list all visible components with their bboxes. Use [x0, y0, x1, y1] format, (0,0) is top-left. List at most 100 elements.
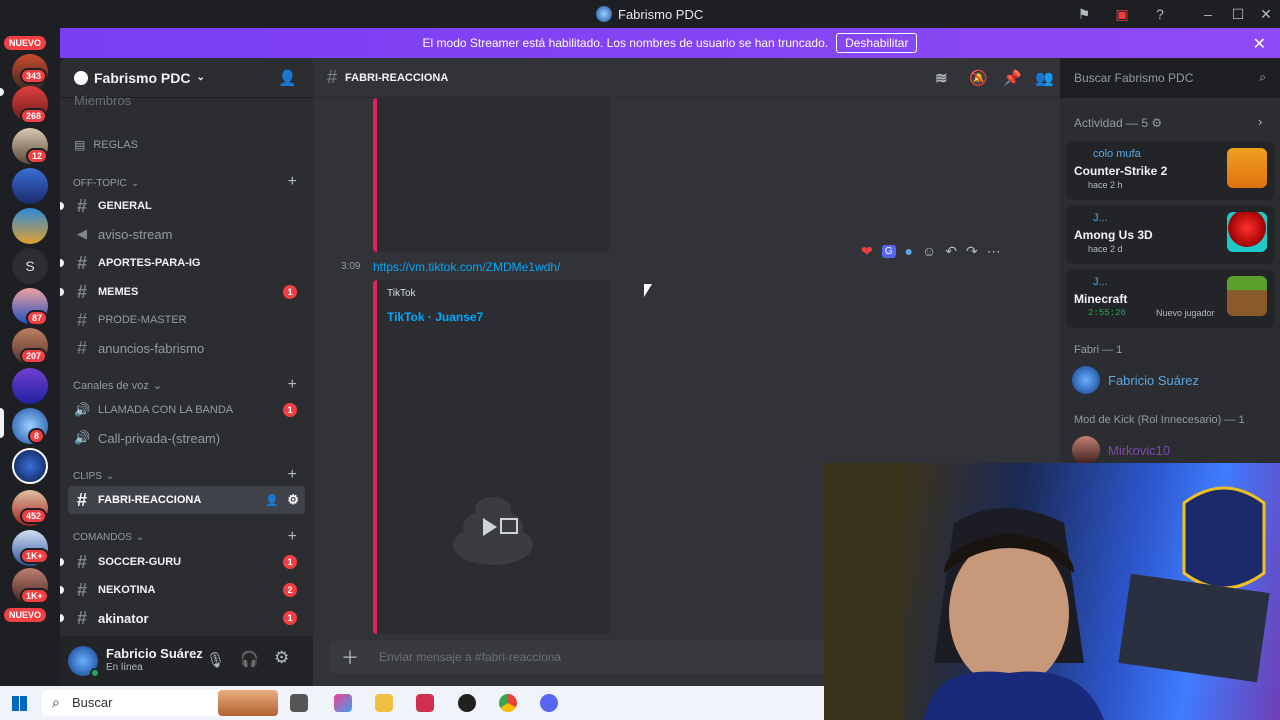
avatar [1072, 366, 1100, 394]
server-icon-letter[interactable]: S [12, 248, 48, 284]
add-channel-button[interactable]: + [288, 466, 297, 484]
video-placeholder[interactable] [451, 485, 535, 569]
file-explorer-icon[interactable] [375, 694, 393, 712]
channel-nekotina[interactable]: # NEKOTINA 2 [60, 576, 305, 604]
channel-fabri-reacciona[interactable]: # FABRI-REACCIONA 👤 ⚙ [68, 486, 305, 514]
unread-badge: 1K+ [20, 588, 49, 604]
pin-icon[interactable]: 📌 [1003, 69, 1022, 87]
hash-icon: # [76, 252, 87, 273]
role-header-mod: Mod de Kick (Rol Innecesario) — 1 [1074, 414, 1245, 426]
message-link[interactable]: https://vm.tiktok.com/ZMDMe1wdh/ [373, 260, 560, 274]
online-status-icon [90, 668, 100, 678]
sidebar-item-rules[interactable]: ▤ REGLAS [68, 131, 305, 159]
app-icon[interactable] [458, 694, 476, 712]
activity-card[interactable]: colo mufa Counter-Strike 2 hace 2 h [1066, 142, 1274, 200]
add-channel-button[interactable]: + [288, 528, 297, 546]
game-thumbnail [1227, 148, 1267, 188]
hash-icon: # [76, 607, 87, 628]
activity-card[interactable]: J... Among Us 3D hace 2 d [1066, 206, 1274, 264]
embed-title[interactable]: TikTok · Juanse7 [387, 310, 483, 324]
member-item[interactable]: Fabricio Suárez [1072, 366, 1199, 394]
category-voice[interactable]: Canales de voz ⌄ [73, 379, 162, 393]
gear-icon[interactable]: ⚙ [287, 492, 299, 508]
heart-reaction-icon[interactable]: ❤ [861, 243, 873, 260]
task-view-icon[interactable] [290, 694, 308, 712]
headphones-icon[interactable]: 🎧 [240, 650, 259, 668]
server-icon[interactable] [12, 168, 48, 204]
category-commands[interactable]: COMANDOS ⌄ [73, 532, 144, 543]
add-channel-button[interactable]: + [288, 173, 297, 191]
search-input[interactable]: Buscar Fabrismo PDC ⌕ [1066, 66, 1272, 90]
g-reaction-icon[interactable]: G [881, 244, 896, 258]
channel-akinator[interactable]: # akinator 1 [60, 604, 305, 632]
add-reaction-icon[interactable]: ☺ [922, 243, 936, 259]
channel-general[interactable]: # GENERAL [60, 192, 305, 220]
activity-user: J... [1093, 212, 1108, 224]
inbox-icon[interactable]: ▣ [1112, 5, 1132, 23]
mute-bell-icon[interactable]: 🔕 [969, 69, 988, 87]
forward-icon[interactable]: ↷ [966, 243, 978, 260]
chevron-down-icon: ⌄ [196, 72, 205, 83]
maximize-button[interactable]: ☐ [1228, 5, 1248, 23]
search-icon: ⌕ [52, 694, 60, 710]
voice-channel-llamada[interactable]: 🔊 LLAMADA CON LA BANDA 1 [68, 396, 305, 424]
category-clips[interactable]: CLIPS ⌄ [73, 471, 114, 482]
channel-memes[interactable]: # MEMES 1 [60, 278, 305, 306]
minimize-button[interactable]: – [1198, 5, 1218, 23]
chevron-right-icon[interactable]: › [1258, 114, 1262, 129]
windows-taskbar: ⌕ Buscar [0, 686, 824, 720]
channel-soccer-guru[interactable]: # SOCCER-GURU 1 [60, 548, 305, 576]
server-icon[interactable] [12, 448, 48, 484]
channel-prode[interactable]: # PRODE-MASTER [68, 306, 305, 334]
activity-header[interactable]: Actividad — 5 ⚙ [1074, 116, 1162, 130]
member-list-icon[interactable]: 👥 [1035, 69, 1054, 87]
webcam-overlay [824, 463, 1280, 720]
user-status: En línea [106, 662, 143, 673]
channel-title: FABRI-REACCIONA [345, 71, 449, 84]
add-channel-button[interactable]: + [288, 376, 297, 394]
invite-people-icon[interactable]: 👤 [278, 69, 297, 87]
hash-icon: # [327, 67, 338, 87]
taskbar-search[interactable]: ⌕ Buscar [42, 690, 278, 716]
reply-icon[interactable]: ↶ [945, 243, 957, 260]
hash-icon: # [76, 281, 87, 302]
server-icon[interactable] [12, 368, 48, 404]
chevron-down-icon: ⌄ [105, 471, 115, 482]
tiktok-embed: TikTok TikTok · Juanse7 [373, 280, 610, 634]
inbox-flag-icon[interactable]: ⚑ [1074, 5, 1094, 23]
close-icon[interactable]: ✕ [1253, 34, 1266, 54]
hash-icon: # [76, 195, 87, 216]
voice-channel-callprivada[interactable]: 🔊 Call-privada-(stream) [68, 424, 305, 452]
attach-plus-icon[interactable]: ＋ [341, 644, 359, 670]
member-item[interactable]: Mirkovic10 [1072, 436, 1170, 464]
copilot-icon[interactable] [334, 694, 352, 712]
avatar[interactable] [68, 646, 100, 678]
close-window-button[interactable]: ✕ [1256, 5, 1276, 23]
gear-icon: ⚙ [1151, 116, 1163, 130]
channel-anuncios[interactable]: # anuncios-fabrismo [68, 334, 305, 362]
chat-reaction-icon[interactable]: ● [905, 243, 913, 259]
settings-gear-icon[interactable]: ⚙ [274, 648, 289, 668]
channel-aportes[interactable]: # APORTES-PARA-IG [60, 249, 305, 277]
microphone-icon[interactable]: 🎙 [206, 651, 225, 669]
chrome-icon[interactable] [499, 694, 517, 712]
activity-card[interactable]: J... Minecraft 2:55:26 Nuevo jugador [1066, 270, 1274, 328]
discord-icon[interactable] [540, 694, 558, 712]
banner-text: El modo Streamer está habilitado. Los no… [422, 36, 829, 50]
help-icon[interactable]: ? [1150, 5, 1170, 23]
sidebar-item-members[interactable]: Miembros [68, 86, 305, 114]
server-icon[interactable] [12, 208, 48, 244]
message-input[interactable]: Enviar mensaje a #fabri-reacciona [379, 650, 561, 664]
invite-icon[interactable]: 👤 [265, 494, 279, 507]
more-icon[interactable]: ⋯ [987, 243, 1001, 260]
user-info[interactable]: Fabricio Suárez En línea [106, 647, 203, 675]
member-name: Mirkovic10 [1108, 442, 1171, 458]
disable-streamer-button[interactable]: Deshabilitar [836, 33, 918, 53]
threads-icon[interactable]: ≋ [935, 69, 948, 87]
window-titlebar: Fabrismo PDC ⚑ ▣ ? – ☐ ✕ [0, 0, 1280, 28]
app-icon[interactable] [416, 694, 434, 712]
previous-embed [373, 98, 610, 252]
windows-start-icon[interactable] [12, 696, 27, 711]
category-offtopic[interactable]: OFF-TOPIC ⌄ [73, 178, 139, 189]
channel-aviso-stream[interactable]: ◀ aviso-stream [68, 220, 305, 248]
